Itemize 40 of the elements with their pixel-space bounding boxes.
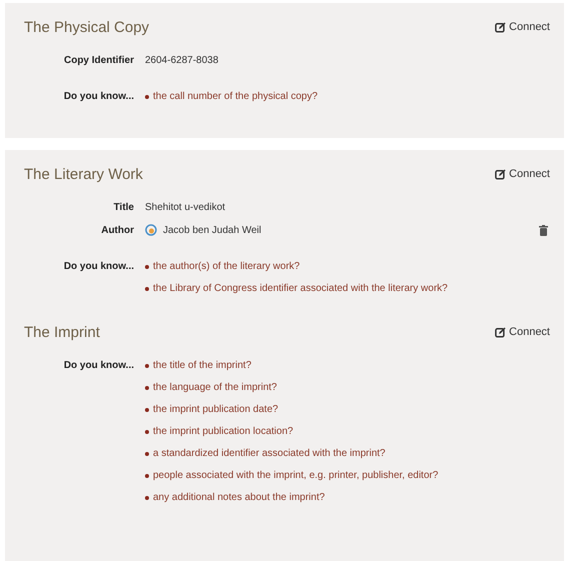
edit-icon: [495, 22, 506, 32]
bullet-icon: [145, 264, 149, 268]
connect-button[interactable]: Connect: [495, 21, 550, 33]
prompt-link[interactable]: any additional notes about the imprint?: [153, 492, 325, 503]
prompt-label: Do you know...: [62, 261, 134, 272]
prompt-link[interactable]: the Library of Congress identifier associated with the literary work?: [153, 283, 448, 294]
section-title: The Literary Work: [24, 166, 143, 182]
edit-icon: [495, 326, 506, 338]
prompt-label: Do you know...: [62, 91, 134, 102]
bullet-icon: [145, 94, 149, 98]
section-title: The Imprint: [24, 324, 100, 340]
prompt-link[interactable]: the imprint publication location?: [153, 426, 294, 437]
field-value: Shehitot u-vedikot: [145, 202, 226, 213]
edit-icon: [495, 168, 506, 180]
bullet-icon: [145, 386, 149, 390]
bullet-icon: [145, 286, 149, 290]
prompt-link[interactable]: the call number of the physical copy?: [153, 91, 318, 102]
field-label: Author: [100, 224, 134, 236]
bullet-icon: [145, 452, 149, 456]
section-title: The Physical Copy: [24, 18, 150, 36]
bullet-icon: [145, 430, 149, 434]
prompt-link[interactable]: people associated with the imprint, e.g. printer, publisher, editor?: [153, 470, 438, 481]
author-name[interactable]: Jacob ben Judah Weil: [163, 224, 262, 236]
bullet-icon: [145, 474, 149, 478]
field-label: Copy Identifier: [62, 55, 134, 66]
connect-button[interactable]: Connect: [495, 168, 550, 180]
trash-icon[interactable]: [539, 224, 548, 236]
bullet-icon: [145, 408, 149, 412]
field-value: 2604-6287-8038: [145, 55, 220, 66]
prompt-link[interactable]: the title of the imprint?: [153, 360, 252, 371]
bullet-icon: [145, 364, 149, 368]
prompt-label: Do you know...: [62, 360, 134, 371]
prompt-link[interactable]: the author(s) of the literary work?: [153, 261, 300, 272]
prompt-link[interactable]: a standardized identifier associated with the imprint?: [153, 448, 386, 459]
field-label: Title: [112, 202, 134, 213]
bullet-icon: [145, 496, 149, 500]
prompt-link[interactable]: the imprint publication date?: [153, 404, 278, 415]
connect-button[interactable]: Connect: [495, 326, 550, 338]
prompt-link[interactable]: the language of the imprint?: [153, 382, 277, 393]
person-icon: [145, 224, 157, 236]
